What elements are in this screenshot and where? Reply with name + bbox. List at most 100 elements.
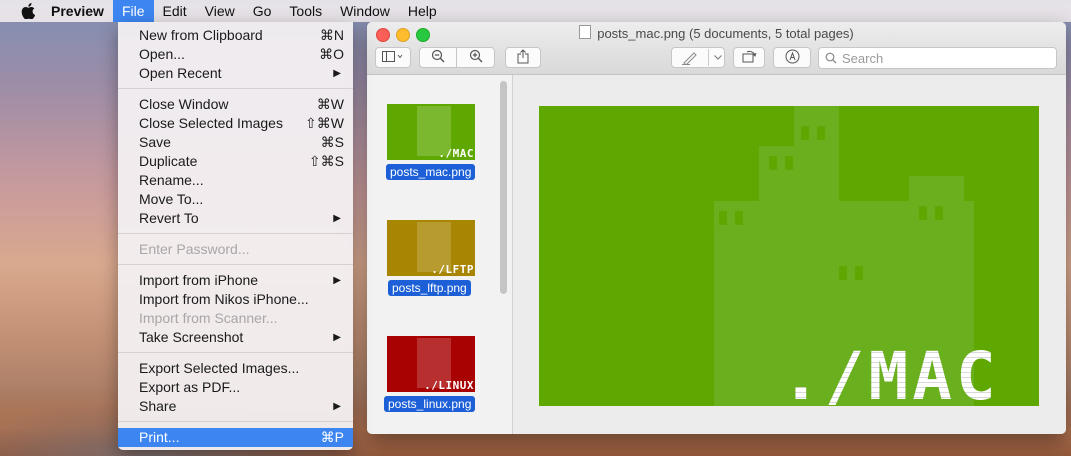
submenu-arrow-icon: ▶	[333, 213, 341, 224]
menu-go[interactable]: Go	[244, 0, 281, 22]
menu-item-export-as-pdf[interactable]: Export as PDF...	[118, 378, 353, 397]
menu-item-open[interactable]: Open... ⌘O	[118, 45, 353, 64]
menu-item-new-from-clipboard[interactable]: New from Clipboard ⌘N	[118, 26, 353, 45]
window-graphic	[855, 266, 863, 280]
menu-item-rename[interactable]: Rename...	[118, 171, 353, 190]
menu-item-shortcut: ⌘N	[319, 27, 344, 43]
window-titlebar: posts_mac.png (5 documents, 5 total page…	[367, 22, 1066, 75]
sidebar-toggle-icon	[382, 50, 404, 65]
annotate-icon	[785, 49, 800, 67]
search-placeholder: Search	[842, 51, 884, 66]
search-field[interactable]: Search	[818, 47, 1057, 69]
menu-item-label: Enter Password...	[139, 241, 250, 257]
menu-item-shortcut: ⌘P	[320, 429, 344, 445]
document-icon	[579, 25, 592, 39]
thumbnail-label[interactable]: posts_lftp.png	[388, 280, 471, 296]
sidebar-scrollbar[interactable]	[500, 81, 507, 294]
thumbnail-posts-linux[interactable]: ./LINUX	[387, 336, 475, 392]
menu-edit[interactable]: Edit	[154, 0, 196, 22]
menu-item-revert-to[interactable]: Revert To ▶	[118, 209, 353, 228]
menu-item-export-selected-images[interactable]: Export Selected Images...	[118, 359, 353, 378]
menu-item-import-from-nikos-iphone[interactable]: Import from Nikos iPhone...	[118, 290, 353, 309]
menu-item-label: Take Screenshot	[139, 329, 244, 345]
rotate-icon	[741, 49, 757, 66]
menu-item-close-window[interactable]: Close Window ⌘W	[118, 95, 353, 114]
submenu-arrow-icon: ▶	[333, 275, 341, 286]
menu-item-enter-password: Enter Password...	[118, 240, 353, 259]
apple-logo-icon[interactable]	[19, 0, 37, 22]
zoom-in-icon	[469, 49, 483, 66]
menu-separator	[118, 421, 353, 422]
document-canvas[interactable]: ./MAC	[513, 75, 1066, 434]
menu-bar: Preview File Edit View Go Tools Window H…	[0, 0, 1071, 22]
menu-item-take-screenshot[interactable]: Take Screenshot ▶	[118, 328, 353, 347]
zoom-out-button[interactable]	[419, 47, 457, 68]
menu-item-shortcut: ⌘O	[319, 46, 344, 62]
menu-item-label: Duplicate	[139, 153, 198, 169]
thumbnail-posts-mac[interactable]: ./MAC	[387, 104, 475, 160]
thumbnail-text: ./LFTP	[431, 263, 474, 276]
document-text: ./MAC	[781, 338, 1000, 406]
menu-window[interactable]: Window	[331, 0, 399, 22]
thumbnail-label[interactable]: posts_mac.png	[386, 164, 476, 180]
menu-separator	[118, 352, 353, 353]
menu-item-label: Print...	[139, 429, 180, 445]
submenu-arrow-icon: ▶	[333, 401, 341, 412]
menu-item-move-to[interactable]: Move To...	[118, 190, 353, 209]
menu-item-label: Export Selected Images...	[139, 360, 300, 376]
menu-file[interactable]: File	[112, 0, 154, 22]
sidebar-toggle-button[interactable]	[375, 47, 411, 68]
menu-item-open-recent[interactable]: Open Recent ▶	[118, 64, 353, 83]
menu-item-import-from-iphone[interactable]: Import from iPhone ▶	[118, 271, 353, 290]
menu-tools[interactable]: Tools	[280, 0, 331, 22]
window-graphic	[839, 266, 847, 280]
thumbnail-text: ./LINUX	[424, 379, 474, 392]
menu-item-label: Import from Scanner...	[139, 310, 278, 326]
menu-item-shortcut: ⇧⌘S	[308, 153, 344, 169]
menu-item-label: Share	[139, 398, 177, 414]
menu-item-label: Open...	[139, 46, 185, 62]
menu-item-label: Close Selected Images	[139, 115, 283, 131]
thumbnail-posts-lftp[interactable]: ./LFTP	[387, 220, 475, 276]
menu-separator	[118, 233, 353, 234]
menu-item-duplicate[interactable]: Duplicate ⇧⌘S	[118, 152, 353, 171]
menu-item-label: Close Window	[139, 96, 229, 112]
menu-item-label: Export as PDF...	[139, 379, 241, 395]
menu-view[interactable]: View	[196, 0, 244, 22]
document-image: ./MAC	[539, 106, 1039, 406]
menu-item-label: Open Recent	[139, 65, 222, 81]
menu-item-label: Import from iPhone	[139, 272, 259, 288]
markup-pen-button[interactable]	[671, 47, 725, 68]
window-graphic	[785, 156, 793, 170]
menu-app-preview[interactable]: Preview	[51, 0, 113, 22]
submenu-arrow-icon: ▶	[333, 332, 341, 343]
menu-item-print[interactable]: Print... ⌘P	[118, 428, 353, 447]
window-graphic	[935, 206, 943, 220]
file-menu-dropdown: New from Clipboard ⌘N Open... ⌘O Open Rece…	[118, 22, 353, 450]
window-title-text: posts_mac.png (5 documents, 5 total page…	[597, 26, 854, 41]
window-title: posts_mac.png (5 documents, 5 total page…	[367, 25, 1066, 41]
annotate-button[interactable]	[773, 47, 811, 68]
menu-help[interactable]: Help	[399, 0, 446, 22]
zoom-in-button[interactable]	[456, 47, 495, 68]
menu-item-close-selected-images[interactable]: Close Selected Images ⇧⌘W	[118, 114, 353, 133]
menu-item-label: Move To...	[139, 191, 204, 207]
menu-item-share[interactable]: Share ▶	[118, 397, 353, 416]
menu-item-shortcut: ⇧⌘W	[305, 115, 344, 131]
window-graphic	[769, 156, 777, 170]
rotate-button[interactable]	[733, 47, 765, 68]
menu-item-shortcut: ⌘S	[320, 134, 344, 150]
menu-item-save[interactable]: Save ⌘S	[118, 133, 353, 152]
thumbnail-text: ./MAC	[438, 147, 474, 160]
menu-item-label: Save	[139, 134, 171, 150]
thumbnail-label[interactable]: posts_linux.png	[384, 396, 476, 412]
menu-item-label: New from Clipboard	[139, 27, 263, 43]
share-icon	[517, 48, 529, 67]
window-graphic	[919, 206, 927, 220]
window-graphic	[719, 211, 727, 225]
zoom-out-icon	[431, 49, 445, 66]
share-button[interactable]	[505, 47, 541, 68]
menu-separator	[118, 264, 353, 265]
preview-window: posts_mac.png (5 documents, 5 total page…	[367, 22, 1066, 434]
window-graphic	[735, 211, 743, 225]
